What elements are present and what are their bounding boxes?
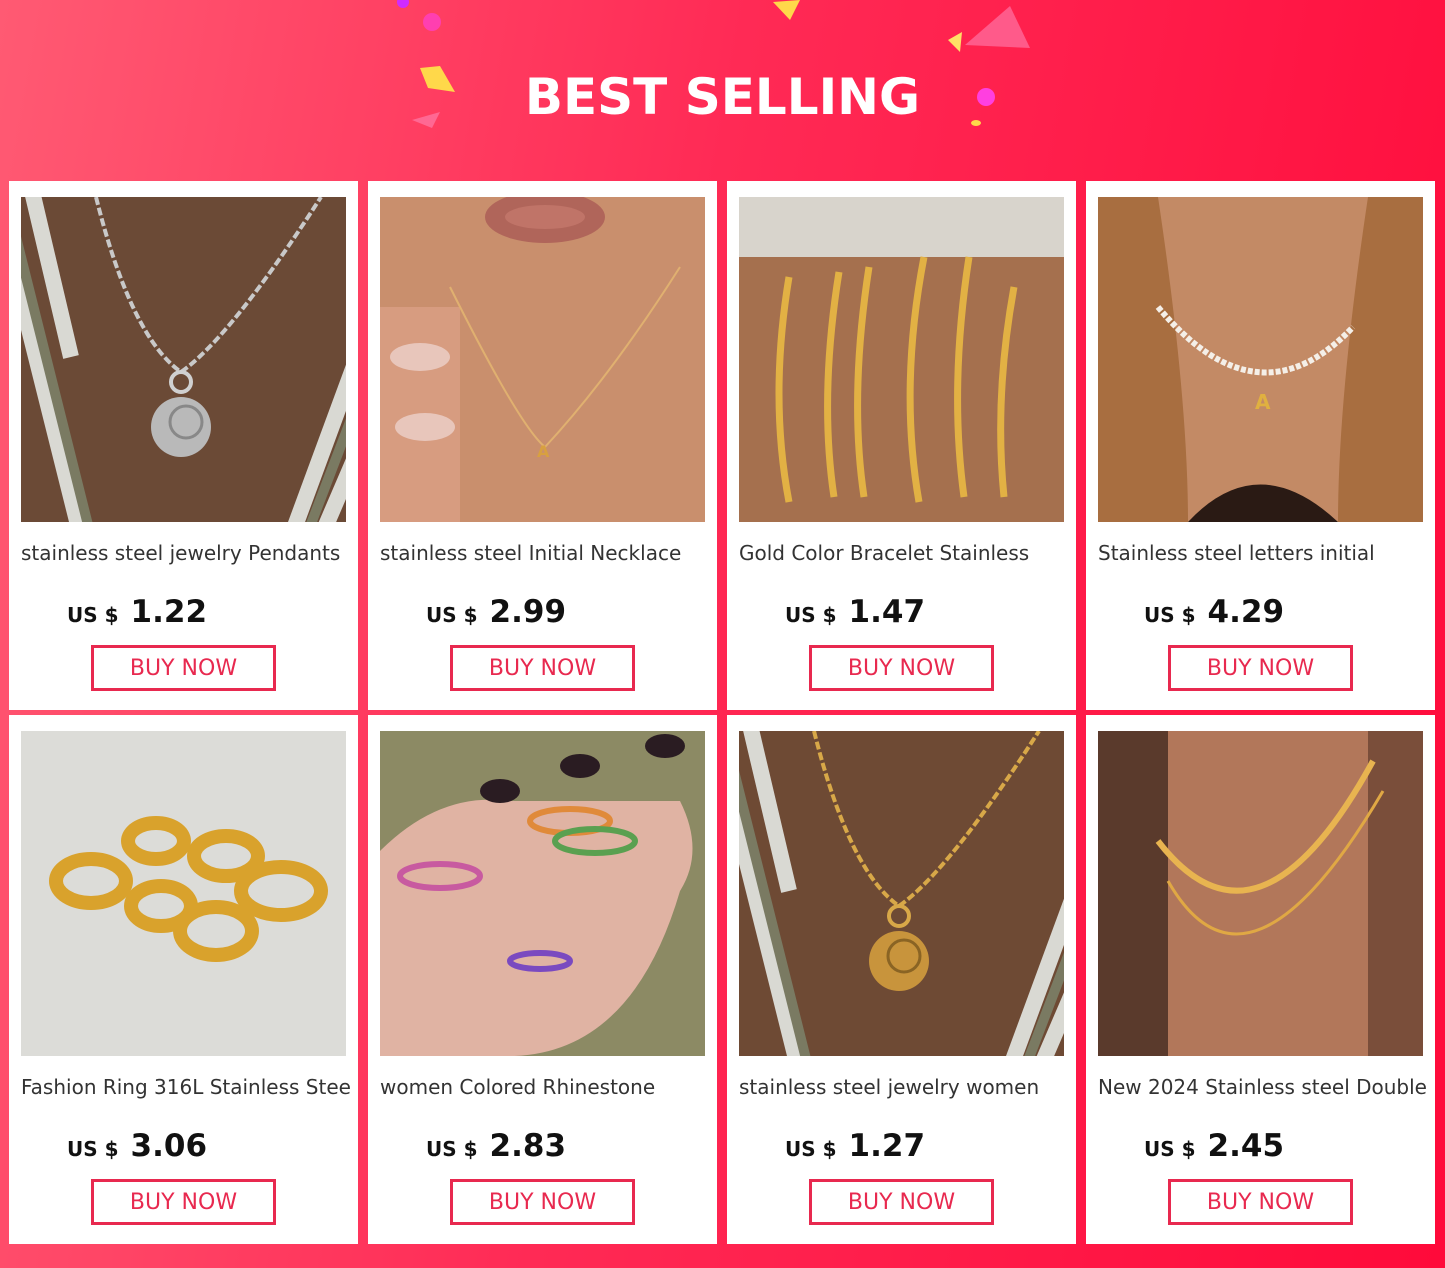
double-snake-chain-necklace-image	[1098, 731, 1423, 1056]
price-amount: 2.99	[489, 594, 567, 630]
product-title[interactable]: New 2024 Stainless steel Double	[1098, 1075, 1428, 1099]
gold-shell-pendant-necklace-image	[739, 731, 1064, 1056]
price-amount: 4.29	[1207, 594, 1285, 630]
product-title[interactable]: Stainless steel letters initial	[1098, 541, 1428, 565]
product-title[interactable]: Fashion Ring 316L Stainless Steel	[21, 1075, 351, 1099]
product-price: US $ 1.22	[67, 594, 207, 634]
price-currency: US $	[67, 1137, 119, 1161]
price-currency: US $	[426, 603, 478, 627]
product-card[interactable]: stainless steel jewelry Pendants US $ 1.…	[9, 181, 358, 710]
silver-shell-pendant-necklace-image	[21, 197, 346, 522]
product-card[interactable]: Gold Color Bracelet Stainless US $ 1.47 …	[727, 181, 1076, 710]
banner: BEST SELLING	[0, 0, 1445, 180]
buy-now-button[interactable]: BUY NOW	[809, 645, 994, 691]
price-currency: US $	[426, 1137, 478, 1161]
product-card[interactable]: stainless steel jewelry women US $ 1.27 …	[727, 715, 1076, 1244]
svg-text:A: A	[1255, 390, 1271, 414]
product-image[interactable]	[380, 731, 705, 1056]
product-title[interactable]: women Colored Rhinestone	[380, 1075, 710, 1099]
price-amount: 1.47	[848, 594, 926, 630]
price-amount: 2.83	[489, 1128, 567, 1164]
product-title[interactable]: stainless steel Initial Necklace	[380, 541, 710, 565]
rainbow-rhinestone-rings-image	[380, 731, 705, 1056]
gold-bracelets-stack-image	[739, 197, 1064, 522]
product-price: US $ 1.27	[785, 1128, 925, 1168]
product-title[interactable]: Gold Color Bracelet Stainless	[739, 541, 1069, 565]
product-image[interactable]	[21, 197, 346, 522]
product-image[interactable]	[739, 731, 1064, 1056]
price-currency: US $	[785, 603, 837, 627]
buy-now-button[interactable]: BUY NOW	[450, 645, 635, 691]
gold-rings-image	[21, 731, 346, 1056]
product-image[interactable]: A	[1098, 197, 1423, 522]
product-price: US $ 2.99	[426, 594, 566, 634]
product-grid: stainless steel jewelry Pendants US $ 1.…	[9, 181, 1436, 1244]
product-card[interactable]: Fashion Ring 316L Stainless Steel US $ 3…	[9, 715, 358, 1244]
product-image[interactable]	[739, 197, 1064, 522]
product-card[interactable]: women Colored Rhinestone US $ 2.83 BUY N…	[368, 715, 717, 1244]
price-currency: US $	[785, 1137, 837, 1161]
pearl-initial-necklace-image: A	[1098, 197, 1423, 522]
product-title[interactable]: stainless steel jewelry women	[739, 1075, 1069, 1099]
product-price: US $ 2.83	[426, 1128, 566, 1168]
buy-now-button[interactable]: BUY NOW	[450, 1179, 635, 1225]
product-price: US $ 1.47	[785, 594, 925, 634]
product-title[interactable]: stainless steel jewelry Pendants	[21, 541, 351, 565]
price-amount: 3.06	[130, 1128, 208, 1164]
buy-now-button[interactable]: BUY NOW	[1168, 645, 1353, 691]
product-card[interactable]: New 2024 Stainless steel Double US $ 2.4…	[1086, 715, 1435, 1244]
price-amount: 2.45	[1207, 1128, 1285, 1164]
price-currency: US $	[1144, 1137, 1196, 1161]
buy-now-button[interactable]: BUY NOW	[91, 645, 276, 691]
product-price: US $ 3.06	[67, 1128, 207, 1168]
buy-now-button[interactable]: BUY NOW	[809, 1179, 994, 1225]
product-image[interactable]: A	[380, 197, 705, 522]
product-card[interactable]: A Stainless steel letters initial US $ 4…	[1086, 181, 1435, 710]
product-image[interactable]	[21, 731, 346, 1056]
buy-now-button[interactable]: BUY NOW	[1168, 1179, 1353, 1225]
product-image[interactable]	[1098, 731, 1423, 1056]
product-card[interactable]: A stainless steel Initial Necklace US $ …	[368, 181, 717, 710]
price-currency: US $	[1144, 603, 1196, 627]
price-amount: 1.22	[130, 594, 208, 630]
banner-title: BEST SELLING	[524, 68, 921, 126]
svg-text:A: A	[537, 442, 550, 461]
gold-initial-necklace-image: A	[380, 197, 705, 522]
buy-now-button[interactable]: BUY NOW	[91, 1179, 276, 1225]
product-price: US $ 2.45	[1144, 1128, 1284, 1168]
product-price: US $ 4.29	[1144, 594, 1284, 634]
price-currency: US $	[67, 603, 119, 627]
price-amount: 1.27	[848, 1128, 926, 1164]
